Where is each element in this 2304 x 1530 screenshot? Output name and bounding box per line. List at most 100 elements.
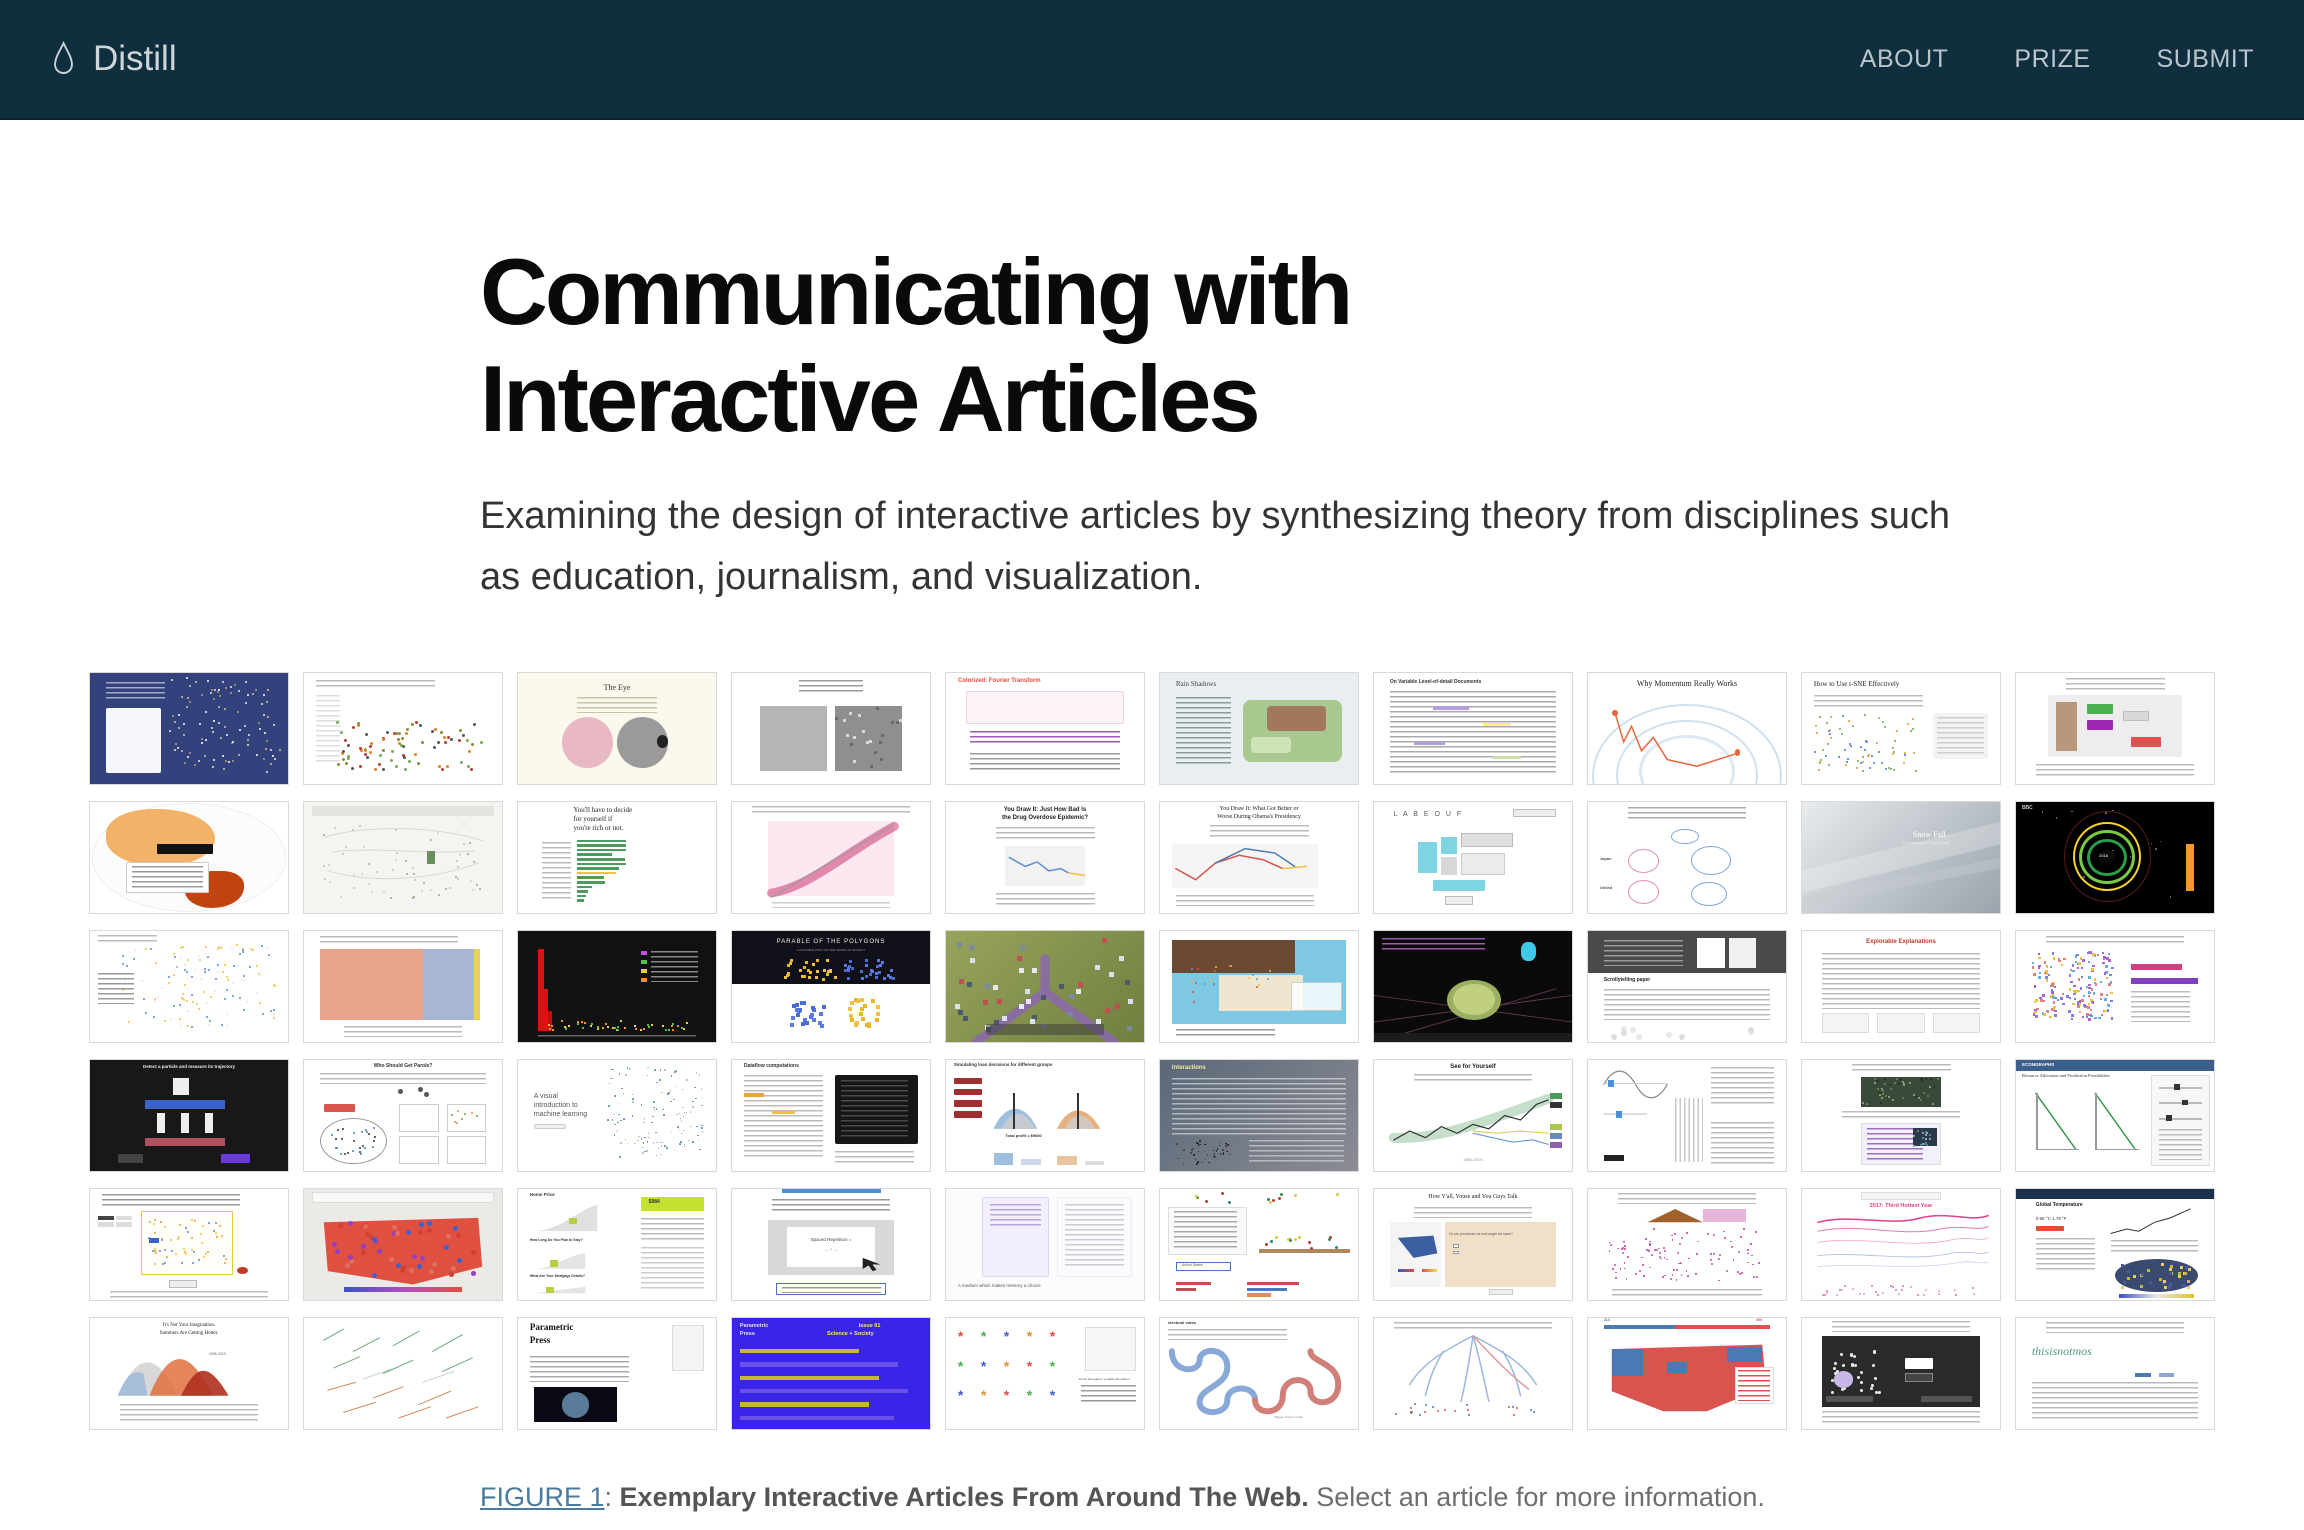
dot xyxy=(1308,1241,1311,1244)
article-thumbnail-alcohol-consumption-quiz[interactable]: United States xyxy=(1159,1188,1359,1301)
article-thumbnail-dark-3d-sphere-plot[interactable] xyxy=(1373,930,1573,1043)
article-thumbnail-mortgage-calculator[interactable]: Home Price$984How Long Do You Plan to St… xyxy=(517,1188,717,1301)
article-thumbnail-the-eye[interactable]: The Eye xyxy=(517,672,717,785)
article-thumbnail-electoral-votes-snake[interactable]: electoral votesBigger Trump margin xyxy=(1159,1317,1359,1430)
thumb-rect xyxy=(1259,1249,1350,1253)
dot xyxy=(627,1143,629,1145)
article-thumbnail-parametric-press-issue01[interactable]: ParametricPressIssue 01Science + Society xyxy=(731,1317,931,1430)
dot xyxy=(1839,728,1841,730)
article-thumbnail-texture-synthesis-code[interactable] xyxy=(1801,1059,2001,1172)
article-thumbnail-third-hottest-year[interactable]: 2017: Third Hottest Year xyxy=(1801,1188,2001,1301)
dot xyxy=(1437,1410,1439,1412)
thumb-rect xyxy=(641,951,647,955)
article-thumbnail-slope-strokes-chart[interactable] xyxy=(303,1317,503,1430)
dot xyxy=(266,771,268,773)
article-thumbnail-gan-latent-sampling[interactable] xyxy=(1801,1317,2001,1430)
article-thumbnail-rain-shadows[interactable]: Rain Shadows xyxy=(1159,672,1359,785)
article-thumbnail-explorable-explanations[interactable]: Explorable Explanations xyxy=(1801,930,2001,1043)
article-thumbnail-college-outcomes-scatter[interactable] xyxy=(303,672,503,785)
dot xyxy=(1221,1192,1224,1195)
article-thumbnail-parametric-press-cover[interactable]: ParametricPress xyxy=(517,1317,717,1430)
article-thumbnail-us-county-choropleth[interactable] xyxy=(303,1188,503,1301)
article-thumbnail-econgraphs-resource-allocation[interactable]: ECONGRAPHSResource Allocation and Produc… xyxy=(2015,1059,2215,1172)
dot xyxy=(1898,1293,1900,1295)
article-thumbnail-drawn-circles-study[interactable]: JapanUnited xyxy=(1587,801,1787,914)
thumb-dots xyxy=(348,1087,451,1094)
article-thumbnail-variable-lod-documents[interactable]: On Variable Level-of-detail Documents xyxy=(1373,672,1573,785)
dot xyxy=(172,715,174,717)
article-thumbnail-pixel-mosaic-bars[interactable] xyxy=(2015,930,2215,1043)
article-thumbnail-isometric-city-game[interactable] xyxy=(945,930,1145,1043)
figure-link[interactable]: FIGURE 1 xyxy=(480,1482,605,1512)
brand[interactable]: Distill xyxy=(50,39,177,79)
nav-submit[interactable]: SUBMIT xyxy=(2157,45,2254,74)
article-thumbnail-stacked-block-areas[interactable] xyxy=(303,930,503,1043)
dot xyxy=(993,985,998,990)
dot xyxy=(2081,976,2084,979)
article-thumbnail-boys-income-dot-flow[interactable] xyxy=(89,930,289,1043)
article-thumbnail-voting-systems-spoiler[interactable] xyxy=(89,1188,289,1301)
article-thumbnail-light-us-map[interactable] xyxy=(303,801,503,914)
dot xyxy=(2081,999,2084,1002)
dot xyxy=(225,760,227,762)
article-thumbnail-dark-red-histogram[interactable] xyxy=(517,930,717,1043)
dot xyxy=(1679,1243,1681,1245)
article-thumbnail-electoral-college-map[interactable]: 213306 xyxy=(1587,1317,1787,1430)
thumb-dots xyxy=(1913,1128,1937,1147)
dot xyxy=(391,750,394,753)
dot xyxy=(443,736,446,739)
dot xyxy=(180,1025,182,1027)
article-thumbnail-climate-gov-global-temperature[interactable]: Global Temperature0.99 °C 1.78 °F xyxy=(2015,1188,2215,1301)
dot xyxy=(1904,754,1906,756)
article-thumbnail-you-draw-it-drug-overdose[interactable]: You Draw It: Just How Bad Isthe Drug Ove… xyxy=(945,801,1145,914)
article-thumbnail-pirate-coast-map[interactable] xyxy=(1159,930,1359,1043)
thumb-lines xyxy=(110,1291,268,1298)
article-thumbnail-warming-globe-map[interactable] xyxy=(89,801,289,914)
article-thumbnail-why-momentum-really-works[interactable]: Why Momentum Really Works xyxy=(1587,672,1787,785)
dot xyxy=(215,1232,217,1234)
article-thumbnail-bbc-climate-rings[interactable]: BBC2016 xyxy=(2015,801,2215,914)
article-thumbnail-population-triangle-scatter[interactable] xyxy=(1587,1188,1787,1301)
dot xyxy=(433,746,436,749)
dot xyxy=(1845,764,1847,766)
thumb-rect xyxy=(740,1376,879,1380)
article-thumbnail-snow-fall[interactable]: Snow FallThe Avalanche at Tunnel Creek xyxy=(1801,801,2001,914)
article-thumbnail-you-draw-it-obama[interactable]: You Draw It: What Got Better orWorse Dur… xyxy=(1159,801,1359,914)
nav-about[interactable]: ABOUT xyxy=(1860,45,1949,74)
article-thumbnail-quantum-country-memory[interactable]: A medium which makes memory a choice xyxy=(945,1188,1145,1301)
dot xyxy=(1856,767,1858,769)
article-thumbnail-particle-trajectory-sim[interactable]: Detect a particle and measure its trajec… xyxy=(89,1059,289,1172)
article-thumbnail-parable-of-the-polygons[interactable]: PARABLE OF THE POLYGONSA PLAYABLE POST O… xyxy=(731,930,931,1043)
article-thumbnail-colorized-fourier-transform[interactable]: Colorized: Fourier Transform xyxy=(945,672,1145,785)
article-thumbnail-how-to-use-tsne-effectively[interactable]: How to Use t-SNE Effectively xyxy=(1801,672,2001,785)
article-thumbnail-dark-blue-scatter-article[interactable] xyxy=(89,672,289,785)
article-thumbnail-sequential-art-paper[interactable]: Scrollytelling paper xyxy=(1587,930,1787,1043)
article-thumbnail-interface-cards-article[interactable] xyxy=(2015,672,2215,785)
article-thumbnail-summers-getting-hotter[interactable]: It's Not Your Imagination.Summers Are Ge… xyxy=(89,1317,289,1430)
article-thumbnail-visual-intro-machine-learning[interactable]: A visualintroduction tomachine learning xyxy=(517,1059,717,1172)
dot xyxy=(1643,1275,1645,1277)
article-thumbnail-income-density-diagonal[interactable] xyxy=(731,801,931,914)
article-thumbnail-dataflow-computations[interactable]: Dataflow computations xyxy=(731,1059,931,1172)
article-thumbnail-spaced-repetition-card[interactable]: Spaced Repetition =— ? — xyxy=(731,1188,931,1301)
dot xyxy=(1862,1102,1864,1104)
article-thumbnail-waveform-explainer[interactable] xyxy=(1587,1059,1787,1172)
article-thumbnail-interactions-article[interactable]: Interactions xyxy=(1159,1059,1359,1172)
article-thumbnail-see-for-yourself-climate[interactable]: See for Yourself1880-2005 xyxy=(1373,1059,1573,1172)
article-thumbnail-dialect-quiz-map[interactable]: How Y'all, Youse and You Guys TalkDo you… xyxy=(1373,1188,1573,1301)
dot xyxy=(890,969,893,972)
article-thumbnail-matrix-faces[interactable] xyxy=(731,672,931,785)
article-thumbnail-labeouf-isometric[interactable]: L A B E O U F xyxy=(1373,801,1573,914)
article-thumbnail-election-paths-tree[interactable] xyxy=(1373,1317,1573,1430)
nav-prize[interactable]: PRIZE xyxy=(2014,45,2090,74)
thumb-lines xyxy=(1176,895,1315,906)
dot xyxy=(1756,1276,1758,1278)
article-thumbnail-simulating-loan-decisions[interactable]: Simulating loan decisions for different … xyxy=(945,1059,1145,1172)
article-thumbnail-rich-or-not-bars[interactable]: You'll have to decidefor yourself ifyou'… xyxy=(517,801,717,914)
bar xyxy=(577,895,586,898)
article-thumbnail-handwriting-generation[interactable]: thisisnotmos xyxy=(2015,1317,2215,1430)
dot xyxy=(2100,998,2103,1001)
article-thumbnail-who-should-get-parole[interactable]: Who Should Get Parole? xyxy=(303,1059,503,1172)
dot xyxy=(1881,762,1883,764)
article-thumbnail-radial-burst-glyphs[interactable]: ***************Points arranged in a radi… xyxy=(945,1317,1145,1430)
